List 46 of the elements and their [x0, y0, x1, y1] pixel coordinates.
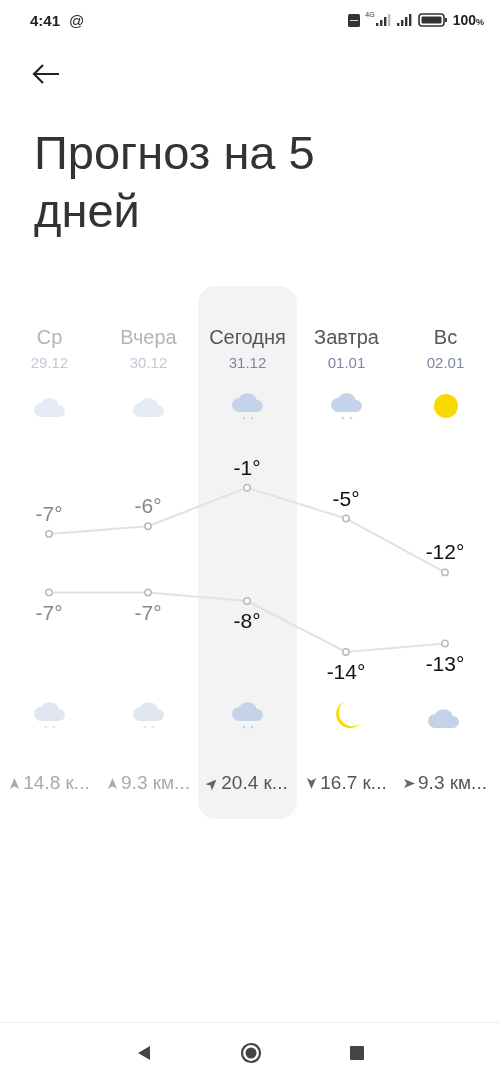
notification-icon: @ [69, 11, 85, 29]
temp-point [441, 568, 449, 577]
day-name: Сегодня [209, 325, 286, 350]
temp-point [342, 648, 350, 656]
battery-icon [417, 13, 448, 27]
day-date: 30.12 [129, 354, 168, 371]
day-name: Вчера [120, 325, 177, 350]
wind-speed: 14.8 к... [23, 772, 90, 794]
high-temp-label: -1° [233, 455, 261, 479]
wind-speed: 16.7 к... [320, 772, 387, 794]
volte-icon [348, 13, 361, 27]
day-name: Вс [433, 325, 458, 350]
day-name: Завтра [314, 325, 379, 350]
temp-point [441, 639, 449, 648]
day-name: Ср [36, 325, 63, 350]
low-temp-label: -7° [35, 600, 63, 624]
day-date: 31.12 [228, 354, 267, 371]
back-nav-icon[interactable] [136, 1045, 152, 1061]
status-time: 4:41 [30, 11, 61, 29]
temp-point [144, 522, 152, 531]
high-temp-label: -7° [35, 501, 63, 525]
page-title: Прогноз на 5 дней [34, 125, 316, 239]
temp-point [144, 588, 152, 597]
low-temp-label: -7° [134, 600, 162, 624]
temp-point [45, 588, 53, 597]
low-temp-label: -13° [425, 651, 465, 675]
back-arrow-icon [32, 64, 60, 84]
low-temp-label: -14° [326, 660, 366, 680]
temp-point [342, 514, 350, 523]
day-date: 02.01 [426, 354, 465, 371]
day-date: 29.12 [30, 354, 69, 371]
signal-icon [396, 14, 413, 26]
temp-point [45, 529, 53, 538]
wind-speed: 9.3 км... [418, 772, 487, 794]
temp-point [243, 597, 251, 605]
battery-percent: 100% [452, 12, 484, 28]
day-date: 01.01 [327, 354, 366, 371]
high-temp-label: -12° [425, 540, 465, 564]
wind-speed: 9.3 км... [121, 772, 190, 794]
high-temp-label: -6° [134, 494, 162, 518]
temp-point [243, 483, 251, 492]
high-temp-label: -5° [332, 486, 360, 510]
low-temp-label: -8° [233, 609, 261, 632]
wind-speed: 20.4 к... [221, 772, 288, 794]
signal-icon [375, 14, 392, 26]
home-nav-icon[interactable] [240, 1042, 262, 1064]
